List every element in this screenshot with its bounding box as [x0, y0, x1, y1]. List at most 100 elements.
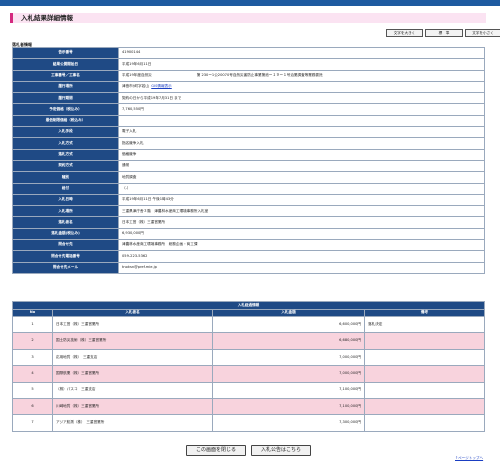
info-label: 問合せ先メール: [12, 261, 119, 274]
info-value: 日本工営（株）三重営業所: [122, 219, 166, 224]
result-bidder-name: 日本工営（株）三重営業所: [52, 315, 213, 334]
info-value-cell: 059-223-5362: [118, 250, 485, 263]
result-amount: 7,300,000円: [212, 414, 365, 432]
gis-info-link[interactable]: GIS情報表示: [151, 84, 172, 88]
winner-info-table: 告示番号 41900144 結果公開開始日 平成19年6月11日 工事番号／工事名 平成1…: [12, 46, 485, 274]
info-row: 告示番号 41900144: [12, 46, 485, 60]
info-row: 問合せ先 津農林水産商工環境事務所 総務企画・商工課: [12, 239, 485, 252]
info-label: 問合せ先電話番号: [12, 250, 119, 263]
info-value: 三重県津庁舎３階 津農林水産商工環境事務所入札室: [122, 208, 209, 213]
close-window-button[interactable]: この画面を閉じる: [186, 445, 246, 456]
info-value-cell: （-）: [118, 182, 485, 195]
result-note: [364, 397, 485, 416]
col-name-header: 入札者名: [52, 309, 213, 317]
result-note: [364, 332, 485, 350]
result-row: 6 川崎地質（株）三重営業所 7,100,000円: [12, 397, 485, 416]
result-note: [364, 365, 485, 383]
info-row: 落札金額(税込み) 6,930,000円: [12, 227, 485, 241]
info-row: 問合せ先電話番号 059-223-5362: [12, 250, 485, 263]
info-label: 落札金額(税込み): [12, 227, 119, 241]
info-value: 地質調査: [122, 174, 137, 179]
page-title: 入札結果詳細情報: [21, 14, 73, 22]
result-note: [364, 381, 485, 399]
result-row: 7 アジア航測（株） 三重営業所 7,300,000円: [12, 414, 485, 432]
result-amount: 7,000,000円: [212, 348, 365, 367]
info-value: 41900144: [122, 50, 141, 55]
bid-notice-button[interactable]: 入札公告はこちら: [251, 445, 311, 456]
col-note-header: 備考: [364, 309, 485, 317]
info-value-cell: 契約の日から平成19年7月31日 まで: [118, 92, 485, 105]
info-value-cell: 津農林水産商工環境事務所 総務企画・商工課: [118, 239, 485, 252]
results-header-row: No 入札者名 入札金額 備考: [12, 309, 485, 317]
info-label: 告示番号: [12, 46, 119, 60]
result-no: 7: [12, 414, 53, 432]
result-bidder-name: （株）パスコ 三重支店: [52, 381, 213, 399]
result-note: [364, 348, 485, 367]
info-value-cell: 41900144: [118, 46, 485, 60]
info-value: 6,930,000円: [122, 231, 144, 236]
info-label: 履行場所: [12, 80, 119, 94]
info-label: 最低制限価格（税込み）: [12, 114, 119, 128]
page-top-link[interactable]: ↑ページトップへ: [455, 456, 483, 461]
info-row: 工事番号／工事名 平成19年度自然災 第 230ー1公20070号自然災害防止事業第…: [12, 69, 485, 82]
info-value: 電子入札: [122, 129, 137, 134]
info-row: 予定価格（税込み） 7,760,550円: [12, 103, 485, 116]
info-value: tnoksn@pref.mie.jp: [122, 264, 157, 269]
info-value-cell: 価格競争: [118, 148, 485, 161]
result-note: 落札決定: [364, 315, 485, 334]
info-value-cell: tnoksn@pref.mie.jp: [118, 261, 485, 274]
bid-results-table: 入札経過情報 No 入札者名 入札金額 備考 1 日本工営（株）三重営業所 6,60…: [12, 301, 485, 432]
info-value: 通常: [122, 163, 130, 168]
text-larger-button[interactable]: 文字を大きく: [386, 29, 423, 37]
info-label: 予定価格（税込み）: [12, 103, 119, 116]
text-smaller-button[interactable]: 文字を小さく: [465, 29, 500, 37]
info-label: 入札日時: [12, 193, 119, 207]
info-value-cell: 地質調査: [118, 171, 485, 184]
info-value: 平成19年度自然災: [122, 72, 152, 77]
result-row: 4 国際航業（株）三重営業所 7,000,000円: [12, 365, 485, 383]
info-value-cell: 平成19年6月11日: [118, 58, 485, 71]
info-value: 平成19年6月11日 午後1時43分: [122, 197, 174, 202]
info-value: 価格競争: [122, 152, 137, 157]
info-row: 入札方式 指名競争入札: [12, 137, 485, 150]
info-value: （-）: [122, 185, 131, 190]
result-bidder-name: 国際航業（株）三重営業所: [52, 365, 213, 383]
info-value-cell: 6,930,000円: [118, 227, 485, 241]
result-note: [364, 414, 485, 432]
result-bidder-name: 応用地質（株） 三重支店: [52, 348, 213, 367]
result-bidder-name: アジア航測（株） 三重営業所: [52, 414, 213, 432]
info-value-cell: 通常: [118, 159, 485, 173]
info-row: 契約方式 通常: [12, 159, 485, 173]
info-row: 問合せ先メール tnoksn@pref.mie.jp: [12, 261, 485, 274]
info-label: 入札方式: [12, 137, 119, 150]
info-value-cell: 電子入札: [118, 126, 485, 139]
info-value: 津農林水産商工環境事務所 総務企画・商工課: [122, 242, 198, 247]
text-standard-button[interactable]: 標 準: [425, 29, 463, 37]
top-bar: [0, 0, 500, 6]
result-bidder-name: 国土防災技術（株）三重営業所: [52, 332, 213, 350]
info-value-cell: 三重県津庁舎３階 津農林水産商工環境事務所入札室: [118, 205, 485, 218]
col-amount-header: 入札金額: [212, 309, 365, 317]
info-label: 工事番号／工事名: [12, 69, 119, 82]
info-row: 落札者名 日本工営（株）三重営業所: [12, 216, 485, 229]
info-value-cell: 指名競争入札: [118, 137, 485, 150]
result-no: 4: [12, 365, 53, 383]
result-no: 1: [12, 315, 53, 334]
info-row: 履行場所 津島市ｶ町字若山 GIS情報表示: [12, 80, 485, 94]
result-amount: 6,600,000円: [212, 315, 365, 334]
info-row: 結果公開開始日 平成19年6月11日: [12, 58, 485, 71]
info-value-cell: 平成19年度自然災 第 230ー1公20070号自然災害防止事業第池ー１９ー１号治…: [118, 69, 485, 82]
result-no: 6: [12, 397, 53, 416]
result-amount: 7,100,000円: [212, 381, 365, 399]
info-row: 最低制限価格（税込み）: [12, 114, 485, 128]
info-label: 種別: [12, 171, 119, 184]
page-title-bar: 入札結果詳細情報: [10, 13, 486, 23]
info-row: 格付 （-）: [12, 182, 485, 195]
info-value-cell: 平成19年6月11日 午後1時43分: [118, 193, 485, 207]
info-value: 契約の日から平成19年7月31日 まで: [122, 95, 182, 100]
info-row: 入札場所 三重県津庁舎３階 津農林水産商工環境事務所入札室: [12, 205, 485, 218]
result-no: 3: [12, 348, 53, 367]
info-label: 格付: [12, 182, 119, 195]
info-row: 種別 地質調査: [12, 171, 485, 184]
col-no-header: No: [12, 309, 53, 317]
